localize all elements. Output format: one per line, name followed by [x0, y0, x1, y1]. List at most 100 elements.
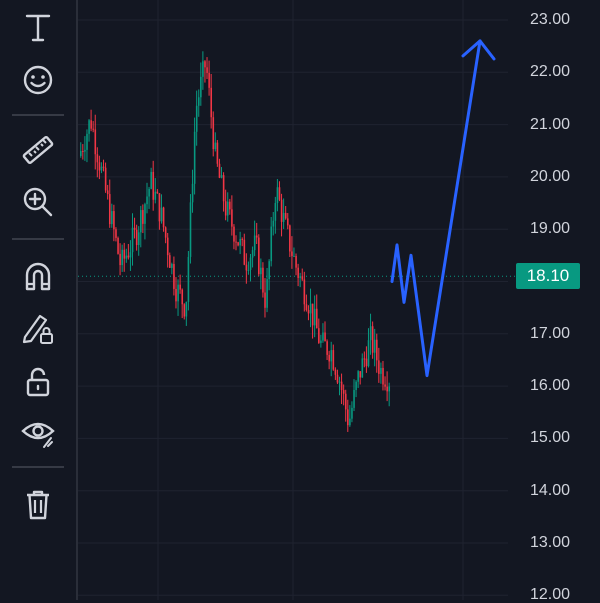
candle-body: [144, 204, 146, 224]
candle-body: [305, 304, 308, 311]
candle-body: [152, 171, 155, 200]
candle-body: [181, 289, 184, 305]
toolbar-separator: [12, 114, 64, 116]
candle-body: [320, 340, 322, 343]
candle-body: [131, 227, 134, 253]
chart-pane[interactable]: [78, 0, 600, 600]
text-tool-button[interactable]: [14, 6, 62, 50]
candle-body: [262, 267, 264, 293]
candle-body: [200, 76, 202, 98]
candle-body: [123, 249, 126, 259]
candle-body: [185, 301, 188, 317]
candle-body: [365, 358, 368, 367]
hide-drawings-button[interactable]: [14, 410, 62, 454]
candle-body: [154, 191, 157, 200]
candle-body: [276, 187, 279, 204]
emoji-tool-button[interactable]: [14, 58, 62, 102]
candle-body: [311, 303, 314, 326]
candle-body: [214, 142, 217, 150]
measure-tool-button[interactable]: [14, 128, 62, 172]
candle-body: [113, 211, 115, 230]
candle-body: [382, 367, 384, 385]
candle-body: [177, 284, 179, 302]
candle-body: [353, 389, 355, 408]
candle-body: [355, 381, 357, 390]
price-tick-label: 20.00: [529, 167, 570, 185]
candle-body: [197, 97, 200, 106]
candle-body: [102, 166, 105, 168]
candle-body: [100, 166, 103, 171]
candle-body: [371, 326, 374, 353]
candle-body: [247, 269, 250, 271]
candle-body: [148, 188, 150, 197]
candle-body: [169, 255, 171, 268]
candle-body: [231, 209, 233, 227]
candle-body: [86, 133, 88, 150]
unlock-icon: [26, 367, 50, 397]
candle-body: [191, 183, 194, 203]
lock-all-button[interactable]: [14, 360, 62, 404]
candle-body: [90, 120, 92, 129]
candle-body: [158, 193, 161, 222]
candle-body: [94, 129, 97, 155]
remove-drawings-button[interactable]: [14, 482, 62, 526]
candle-body: [224, 201, 227, 216]
text-icon: [25, 14, 51, 42]
candle-body: [361, 358, 364, 378]
candle-body: [291, 251, 293, 257]
candle-body: [313, 308, 316, 326]
candle-body: [357, 371, 359, 382]
candlestick-chart[interactable]: [78, 0, 600, 600]
candle-body: [218, 163, 221, 178]
candle-body: [84, 149, 86, 152]
candle-body: [268, 261, 270, 280]
magnet-icon: [25, 262, 51, 291]
candle-body: [108, 194, 111, 225]
candle-body: [135, 229, 138, 246]
candle-body: [162, 207, 165, 228]
lock-drawing-button[interactable]: [14, 306, 62, 350]
candle-body: [150, 171, 152, 189]
candle-body: [193, 131, 196, 184]
arrow-drawing-path: [390, 39, 482, 378]
candle-body: [307, 310, 310, 314]
zoom-in-icon: [23, 187, 53, 217]
candle-body: [289, 225, 291, 252]
candle-body: [376, 339, 378, 361]
candle-body: [344, 393, 347, 410]
candle-body: [241, 238, 244, 240]
candle-body: [117, 237, 119, 254]
candle-body: [140, 210, 142, 233]
candle-body: [388, 386, 391, 392]
candle-body: [121, 249, 123, 266]
candle-body: [324, 332, 326, 342]
magnet-tool-button[interactable]: [14, 254, 62, 298]
candle-body: [274, 203, 277, 221]
price-tick-label: 13.00: [529, 534, 570, 551]
candle-body: [164, 227, 167, 238]
price-tick-label: 15.00: [529, 429, 570, 447]
candle-body: [175, 288, 177, 302]
candle-body: [326, 341, 328, 355]
candle-body: [330, 350, 333, 362]
candle-body: [340, 381, 343, 391]
candle-body: [239, 238, 241, 246]
zoom-tool-button[interactable]: [14, 180, 62, 224]
candle-body: [272, 220, 275, 227]
candle-body: [127, 255, 130, 258]
lock-drawing-icon: [22, 314, 53, 344]
candle-body: [280, 199, 283, 222]
candle-body: [187, 256, 190, 302]
candle-body: [206, 67, 208, 73]
candle-body: [243, 239, 246, 265]
candle-body: [249, 257, 252, 270]
candle-body: [284, 212, 287, 219]
candle-body: [258, 237, 260, 275]
price-tick-label: 14.00: [529, 481, 570, 499]
candle-body: [92, 128, 95, 130]
candle-body: [173, 264, 175, 289]
candle-body: [338, 381, 341, 383]
price-tick-label: 22.00: [529, 63, 570, 81]
candle-body: [210, 87, 213, 118]
candle-body: [166, 237, 169, 256]
